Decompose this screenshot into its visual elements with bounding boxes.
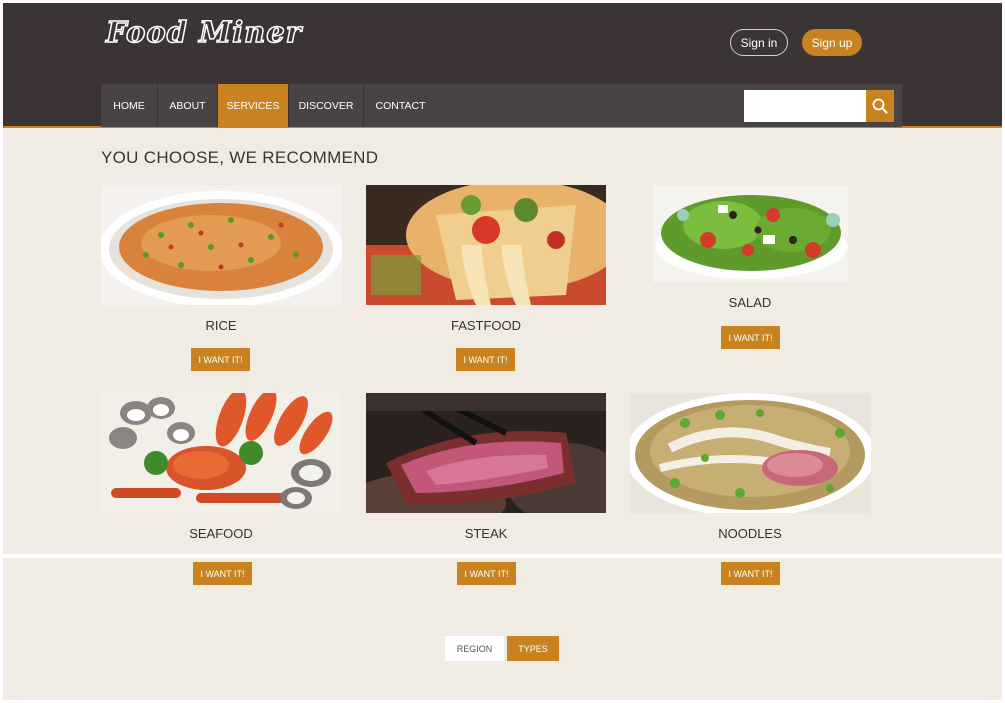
noodles-image[interactable] xyxy=(630,393,871,513)
steak-image[interactable] xyxy=(366,393,606,513)
want-button-rice[interactable]: I WANT IT! xyxy=(191,348,250,371)
sign-up-button[interactable]: Sign up xyxy=(802,29,862,56)
search-button[interactable] xyxy=(866,90,894,122)
divider xyxy=(3,554,1002,558)
section-title: YOU CHOOSE, WE RECOMMEND xyxy=(101,148,379,167)
want-button-noodles[interactable]: I WANT IT! xyxy=(721,562,780,585)
food-label-rice: RICE xyxy=(205,318,237,333)
food-label-steak: STEAK xyxy=(464,526,508,541)
want-button-salad[interactable]: I WANT IT! xyxy=(721,326,780,349)
food-label-noodles: NOODLES xyxy=(718,526,782,541)
logo[interactable]: Food Miner xyxy=(105,14,302,50)
food-label-fastfood: FASTFOOD xyxy=(450,318,522,333)
want-button-seafood[interactable]: I WANT IT! xyxy=(193,562,252,585)
salad-image[interactable] xyxy=(653,185,848,282)
fastfood-image[interactable] xyxy=(366,185,606,305)
nav-item-services[interactable]: SERVICES xyxy=(218,84,289,127)
header: Food Miner Sign in Sign up HOME ABOUT SE… xyxy=(3,3,1002,128)
want-button-fastfood[interactable]: I WANT IT! xyxy=(456,348,515,371)
food-label-seafood: SEAFOOD xyxy=(189,526,253,541)
rice-image[interactable] xyxy=(101,185,342,305)
want-button-steak[interactable]: I WANT IT! xyxy=(457,562,516,585)
food-label-salad: SALAD xyxy=(728,295,772,310)
nav-item-about[interactable]: ABOUT xyxy=(158,84,218,127)
seafood-image[interactable] xyxy=(101,393,342,513)
nav-item-home[interactable]: HOME xyxy=(101,84,158,127)
nav-item-contact[interactable]: CONTACT xyxy=(364,84,437,127)
page: Food Miner Sign in Sign up HOME ABOUT SE… xyxy=(3,3,1002,700)
nav-item-discover[interactable]: DISCOVER xyxy=(289,84,364,127)
sign-in-button[interactable]: Sign in xyxy=(730,29,788,56)
search-input[interactable] xyxy=(744,90,866,122)
tab-region[interactable]: REGION xyxy=(445,636,504,661)
main-nav: HOME ABOUT SERVICES DISCOVER CONTACT xyxy=(101,84,902,127)
tab-types[interactable]: TYPES xyxy=(507,636,559,661)
search-icon xyxy=(872,98,888,114)
